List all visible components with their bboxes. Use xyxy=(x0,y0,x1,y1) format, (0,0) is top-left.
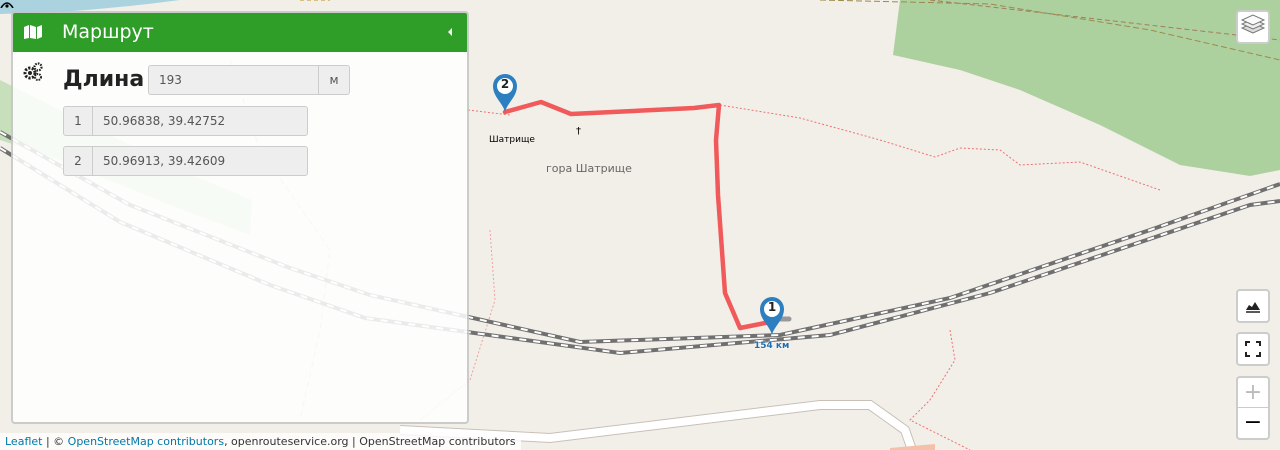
route-panel-title: Маршрут xyxy=(62,21,154,43)
route-marker-1-number: 1 xyxy=(767,300,777,314)
mountain-name-label: гора Шатрище xyxy=(546,162,632,175)
map-icon xyxy=(24,25,42,39)
gear-icon[interactable] xyxy=(22,62,44,82)
length-label: Длина xyxy=(63,67,145,92)
route-panel: Маршрут Длина 193 м 1 50.96838, 39.42752… xyxy=(11,11,469,424)
km-marker-label: 154 км xyxy=(754,341,790,351)
point-index: 1 xyxy=(63,106,93,136)
peak-name-label: Шатрище xyxy=(489,135,535,145)
point-coords-field[interactable]: 50.96913, 39.42609 xyxy=(92,146,308,176)
leaflet-link[interactable]: Leaflet xyxy=(5,435,42,448)
route-panel-header: Маршрут xyxy=(13,13,467,52)
point-row-1: 1 50.96838, 39.42752 xyxy=(63,106,308,136)
point-coords-field[interactable]: 50.96838, 39.42752 xyxy=(92,106,308,136)
fullscreen-button[interactable] xyxy=(1236,332,1270,366)
route-marker-2[interactable]: 2 xyxy=(492,73,518,113)
point-index: 2 xyxy=(63,146,93,176)
length-unit-label: м xyxy=(318,65,350,95)
elevation-icon xyxy=(1246,302,1260,313)
zoom-out-button[interactable]: − xyxy=(1238,408,1268,438)
attribution-separator: | © xyxy=(42,435,68,448)
length-field[interactable]: 193 xyxy=(148,65,318,95)
cross-icon: † xyxy=(576,126,581,137)
peak-icon xyxy=(0,2,14,8)
route-marker-2-number: 2 xyxy=(500,77,510,91)
point-row-2: 2 50.96913, 39.42609 xyxy=(63,146,308,176)
fullscreen-icon xyxy=(1245,341,1261,357)
zoom-in-button[interactable]: + xyxy=(1238,378,1268,408)
layers-icon xyxy=(1240,14,1266,34)
zoom-control: + − xyxy=(1236,376,1270,440)
layers-button[interactable] xyxy=(1236,10,1270,44)
attribution: Leaflet | © OpenStreetMap contributors, … xyxy=(0,433,521,450)
osm-link[interactable]: OpenStreetMap contributors xyxy=(68,435,224,448)
collapse-icon[interactable] xyxy=(445,26,455,38)
attribution-rest: , openrouteservice.org | OpenStreetMap c… xyxy=(224,435,516,448)
route-marker-1[interactable]: 1 xyxy=(759,296,785,336)
elevation-button[interactable] xyxy=(1236,289,1270,323)
